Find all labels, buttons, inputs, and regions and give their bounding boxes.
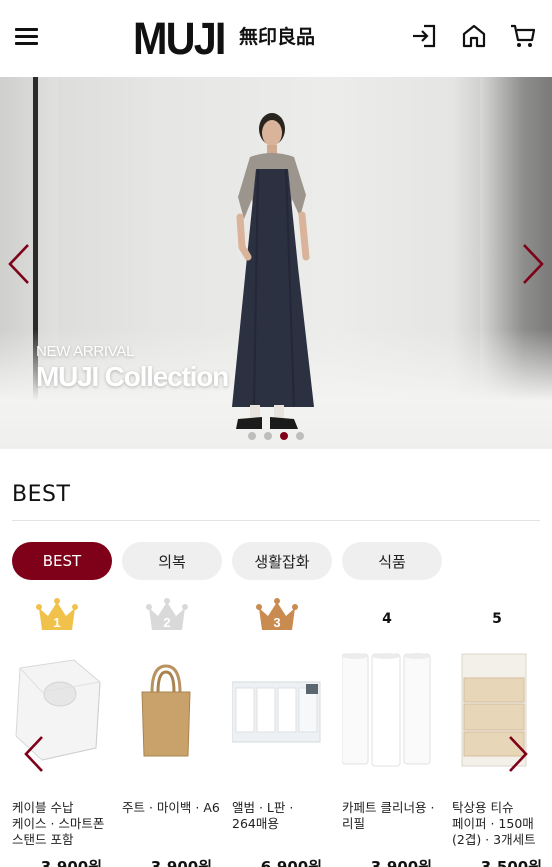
rank-number: 1 [53, 615, 60, 630]
rank-number: 2 [163, 615, 170, 630]
logo-kanji: 無印良品 [239, 26, 316, 48]
rank-badge: 5 [475, 598, 519, 634]
product-name: 주트 · 마이백 · A6 [122, 800, 220, 815]
rank-number: 5 [492, 611, 502, 627]
rank-number: 3 [273, 615, 280, 630]
header: MUJI 無印良品 [0, 0, 552, 77]
home-icon[interactable] [460, 22, 488, 50]
rank-badge: 4 [365, 598, 409, 634]
product-name: 카페트 클리너용 · 리필 [342, 800, 435, 831]
banner-caption: NEW ARRIVAL MUJI Collection [36, 343, 229, 393]
section-title: BEST [12, 482, 71, 507]
section-divider [12, 520, 540, 521]
hero-banner[interactable]: NEW ARRIVAL MUJI Collection [0, 77, 552, 449]
product-price: 3,900원 [150, 858, 212, 867]
product-image [141, 664, 191, 757]
muji-logo[interactable]: MUJI 無印良品 [133, 13, 315, 64]
crown-bronze-icon: 3 [256, 598, 298, 630]
rank-badge: 3 [255, 598, 299, 634]
banner-subtitle: NEW ARRIVAL [36, 343, 135, 360]
tab-food[interactable]: 식품 [342, 542, 442, 580]
category-tabs: BEST 의복 생활잡화 식품 [12, 542, 442, 580]
rank-badge: 2 [145, 598, 189, 634]
product-price: 3,900원 [40, 858, 102, 867]
tab-household[interactable]: 생활잡화 [232, 542, 332, 580]
product-image [232, 681, 321, 743]
banner-pagination [248, 432, 304, 440]
banner-next-arrow[interactable] [520, 242, 546, 286]
pagination-dot[interactable] [296, 432, 304, 440]
menu-icon[interactable] [14, 26, 40, 46]
product-image [342, 653, 431, 767]
product-name: 탁상용 티슈 페이퍼 · 150매(2겹) · 3개세트 [452, 800, 536, 847]
products-prev-arrow[interactable] [22, 734, 46, 774]
crown-gold-icon: 1 [36, 598, 78, 630]
best-product-carousel: 1 케이블 수납 케이스 · 스마트폰 스탠드 포함 3,900원 2 주트 · [12, 598, 552, 867]
pagination-dot[interactable] [264, 432, 272, 440]
banner-prev-arrow[interactable] [6, 242, 32, 286]
product-name: 케이블 수납 케이스 · 스마트폰 스탠드 포함 [12, 800, 105, 847]
rank-badge: 1 [35, 598, 79, 634]
product-price: 3,500원 [480, 858, 542, 867]
pagination-dot-active[interactable] [280, 432, 288, 440]
cart-icon[interactable] [509, 22, 537, 50]
product-price: 3,900원 [370, 858, 432, 867]
pagination-dot[interactable] [248, 432, 256, 440]
model-photo [232, 113, 314, 429]
logo-latin: MUJI [133, 13, 226, 64]
tab-clothing[interactable]: 의복 [122, 542, 222, 580]
product-name: 앨범 · L판 · 264매용 [232, 800, 294, 831]
banner-title: MUJI Collection [36, 361, 229, 392]
tab-best[interactable]: BEST [12, 542, 112, 580]
rank-number: 4 [382, 611, 392, 627]
crown-silver-icon: 2 [146, 598, 188, 630]
login-icon[interactable] [410, 22, 438, 50]
products-next-arrow[interactable] [506, 734, 530, 774]
product-price: 6,900원 [260, 858, 322, 867]
